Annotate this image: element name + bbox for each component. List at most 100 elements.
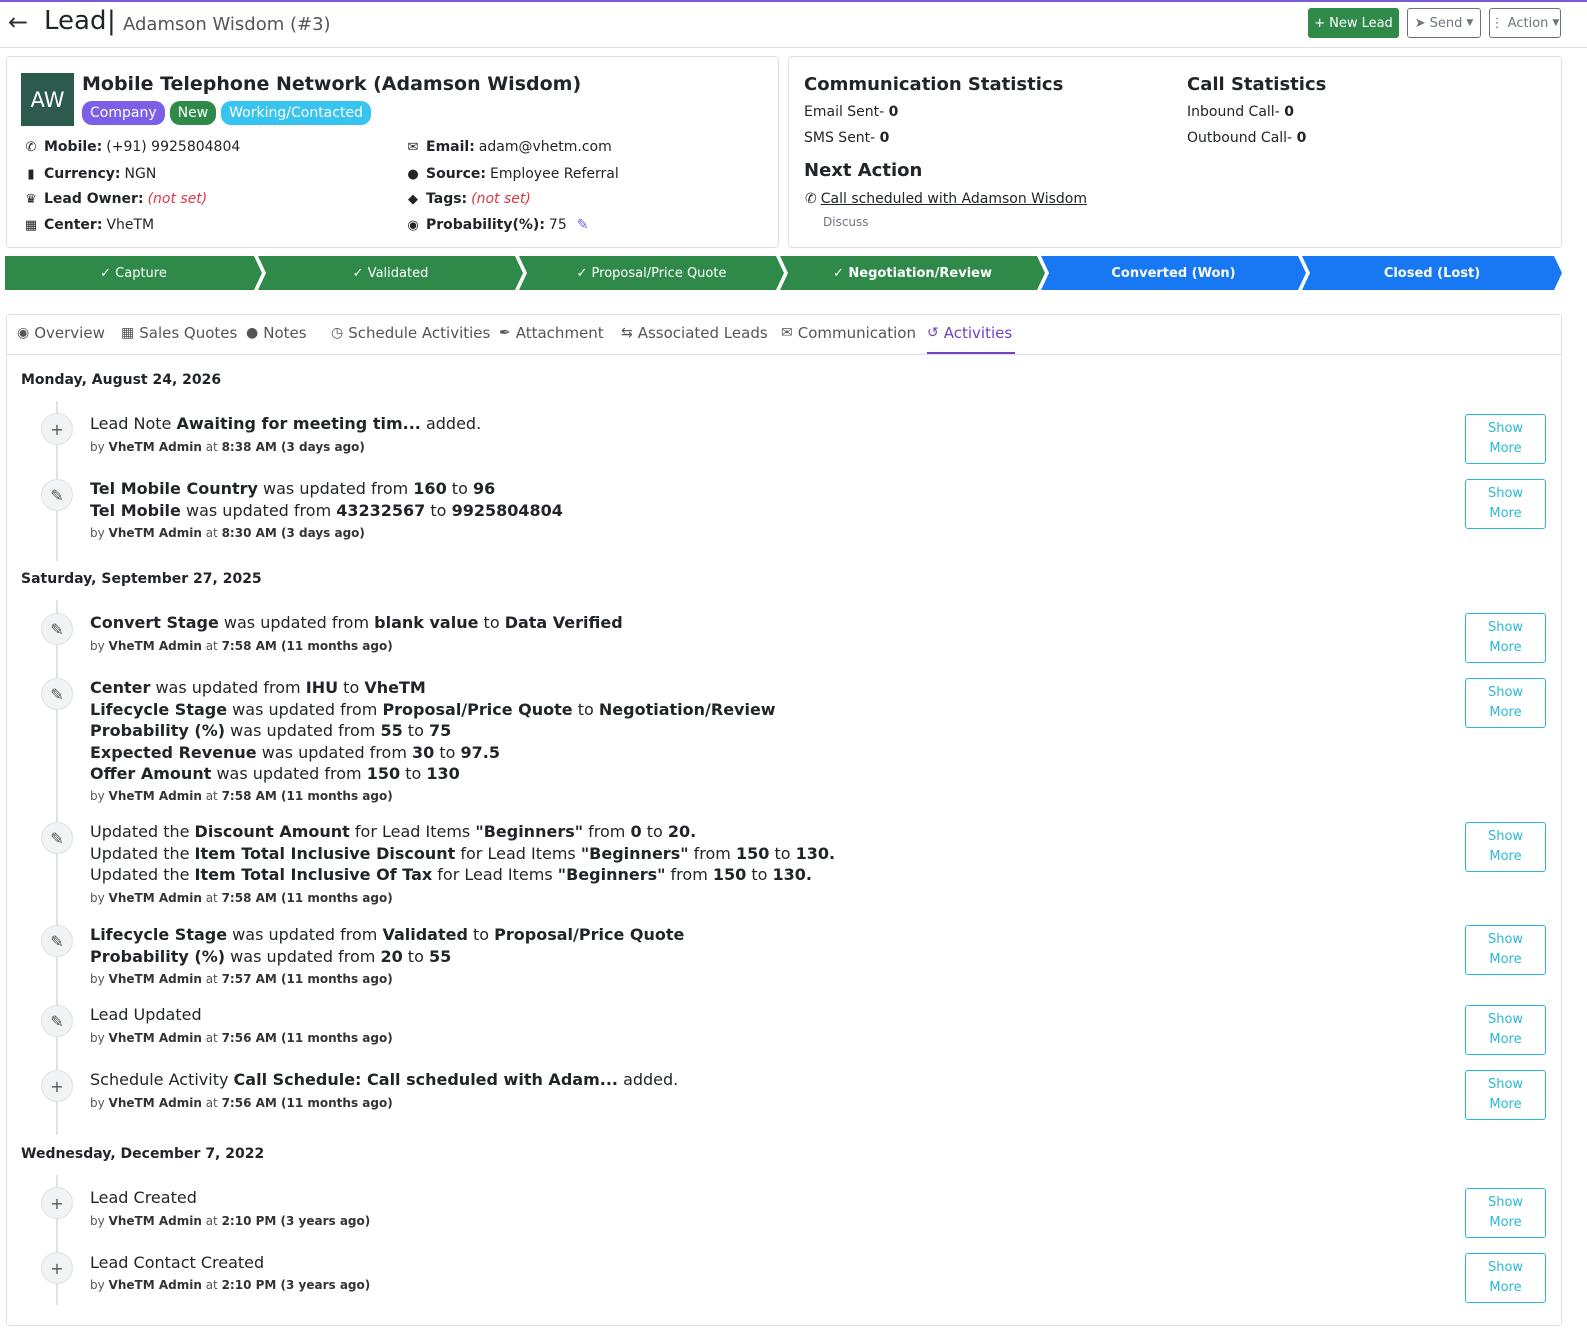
activity-meta: by VheTM Admin at 2:10 PM (3 years ago) <box>90 1214 371 1228</box>
show-more-button[interactable]: Show More <box>1465 1188 1546 1238</box>
outbound-call-stat: Outbound Call- 0 <box>1187 130 1306 146</box>
email-sent-value: 0 <box>888 104 899 120</box>
tab-sales-quotes-label: Sales Quotes <box>139 324 238 342</box>
vertical-dots-icon: ⋮ <box>1490 15 1504 31</box>
source-value: Employee Referral <box>489 166 619 182</box>
show-more-button[interactable]: Show More <box>1465 613 1546 663</box>
clock-icon: ◷ <box>331 325 344 341</box>
tab-schedule-activities[interactable]: ◷ Schedule Activities <box>331 324 490 342</box>
phone-square-icon: ✆ <box>805 191 817 207</box>
email-sent-stat: Email Sent- 0 <box>804 104 898 120</box>
next-action-title: Next Action <box>804 160 923 181</box>
show-more-button[interactable]: Show More <box>1465 678 1546 728</box>
history-icon: ↺ <box>927 325 939 341</box>
tab-bar: ◉ Overview ▦ Sales Quotes ● Notes ◷ Sche… <box>7 315 1561 355</box>
paper-plane-icon: ➤ <box>1414 15 1426 31</box>
caret-down-icon: ▼ <box>1466 18 1474 28</box>
envelope-icon: ✉ <box>407 139 419 155</box>
owner-value: (not set) <box>147 191 208 207</box>
inbound-call-value: 0 <box>1284 104 1294 120</box>
lead-info-card: AW Mobile Telephone Network (Adamson Wis… <box>6 56 779 248</box>
currency-label: Currency: <box>44 166 121 182</box>
plus-icon: + <box>41 413 73 445</box>
plus-icon: + <box>41 1187 73 1219</box>
envelope-open-icon: ✉ <box>781 325 793 341</box>
people-arrows-icon: ⇆ <box>621 325 633 341</box>
stage-converted[interactable]: Converted (Won) <box>1041 256 1306 290</box>
currency-value: NGN <box>124 166 157 182</box>
email-label: Email: <box>426 139 475 155</box>
tags-icon: ◆ <box>408 191 418 207</box>
email-sent-label: Email Sent- <box>804 104 885 120</box>
tab-overview[interactable]: ◉ Overview <box>17 324 105 342</box>
show-more-button[interactable]: Show More <box>1465 822 1546 872</box>
tab-activities-label: Activities <box>943 324 1013 342</box>
show-more-button[interactable]: Show More <box>1465 479 1546 529</box>
activity-meta: by VheTM Admin at 7:58 AM (11 months ago… <box>90 639 393 653</box>
active-tab-indicator <box>927 352 1015 354</box>
map-marker-icon: ● <box>407 166 419 182</box>
pencil-icon: ✎ <box>41 822 73 854</box>
pencil-icon: ✎ <box>41 613 73 645</box>
stage-proposal[interactable]: ✓ Proposal/Price Quote <box>519 256 784 290</box>
show-more-button[interactable]: Show More <box>1465 1005 1546 1055</box>
show-more-button[interactable]: Show More <box>1465 925 1546 975</box>
activity-text: Tel Mobile Country was updated from 160 … <box>90 479 563 520</box>
calculator-icon: ▦ <box>121 325 135 341</box>
comments-icon: ● <box>246 325 259 341</box>
source-label: Source: <box>426 166 486 182</box>
inbound-call-stat: Inbound Call- 0 <box>1187 104 1294 120</box>
phone-square-icon: ✆ <box>25 139 37 155</box>
tab-activities[interactable]: ↺ Activities <box>927 324 1012 342</box>
activity-meta: by VheTM Admin at 8:38 AM (3 days ago) <box>90 440 365 454</box>
tab-overview-label: Overview <box>34 324 105 342</box>
gauge-icon: ◉ <box>407 217 419 233</box>
tab-sales-quotes[interactable]: ▦ Sales Quotes <box>121 324 237 342</box>
tab-notes[interactable]: ● Notes <box>246 324 307 342</box>
mobile-label: Mobile: <box>44 139 103 155</box>
stage-validated[interactable]: ✓ Validated <box>258 256 523 290</box>
activity-text: Lead Note Awaiting for meeting tim... ad… <box>90 414 482 433</box>
date-heading: Saturday, September 27, 2025 <box>21 571 262 587</box>
stage-capture[interactable]: ✓ Capture <box>5 256 262 290</box>
pencil-icon: ✎ <box>41 1005 73 1037</box>
statistics-card: Communication Statistics Email Sent- 0 S… <box>788 56 1562 248</box>
stage-closed[interactable]: Closed (Lost) <box>1302 256 1562 290</box>
show-more-button[interactable]: Show More <box>1465 1070 1546 1120</box>
crown-icon: ♛ <box>25 191 37 207</box>
new-lead-button[interactable]: + New Lead <box>1308 8 1399 38</box>
next-action-link-text[interactable]: Call scheduled with Adamson Wisdom <box>821 191 1087 207</box>
date-heading: Monday, August 24, 2026 <box>21 372 222 388</box>
show-more-button[interactable]: Show More <box>1465 414 1546 464</box>
edit-icon[interactable]: ✎ <box>577 217 589 233</box>
currency-field: ▮ Currency: NGN <box>23 166 156 182</box>
action-button[interactable]: ⋮ Action ▼ <box>1489 8 1561 38</box>
plus-icon: + <box>41 1252 73 1284</box>
page-header: ← Lead | Adamson Wisdom (#3) + New Lead … <box>0 2 1587 48</box>
center-label: Center: <box>44 217 103 233</box>
title-separator: | <box>107 6 116 36</box>
tags-field: ◆ Tags: (not set) <box>405 191 531 207</box>
tab-communication[interactable]: ✉ Communication <box>781 324 916 342</box>
activity-meta: by VheTM Admin at 7:56 AM (11 months ago… <box>90 1096 393 1110</box>
activity-meta: by VheTM Admin at 8:30 AM (3 days ago) <box>90 526 365 540</box>
back-arrow-icon[interactable]: ← <box>8 8 28 36</box>
activity-text: Lead Updated <box>90 1005 202 1024</box>
tab-attachment[interactable]: ✒ Attachment <box>499 324 604 342</box>
email-value[interactable]: adam@vhetm.com <box>479 139 612 155</box>
center-value: VheTM <box>106 217 155 233</box>
tab-associated-leads[interactable]: ⇆ Associated Leads <box>621 324 768 342</box>
show-more-button[interactable]: Show More <box>1465 1253 1546 1303</box>
paperclip-icon: ✒ <box>499 325 511 341</box>
caret-down-icon: ▼ <box>1552 18 1560 28</box>
owner-field: ♛ Lead Owner: (not set) <box>23 191 207 207</box>
stage-negotiation[interactable]: ✓ Negotiation/Review <box>780 256 1045 290</box>
activity-meta: by VheTM Admin at 7:57 AM (11 months ago… <box>90 972 393 986</box>
new-lead-label: New Lead <box>1329 15 1393 31</box>
email-field: ✉ Email: adam@vhetm.com <box>405 139 612 155</box>
building-icon: ▦ <box>24 217 38 233</box>
next-action-link[interactable]: ✆ Call scheduled with Adamson Wisdom <box>805 191 1087 207</box>
activity-text: Lead Created <box>90 1188 197 1207</box>
tabs-panel: ◉ Overview ▦ Sales Quotes ● Notes ◷ Sche… <box>6 314 1562 1326</box>
send-button[interactable]: ➤ Send ▼ <box>1407 8 1481 38</box>
